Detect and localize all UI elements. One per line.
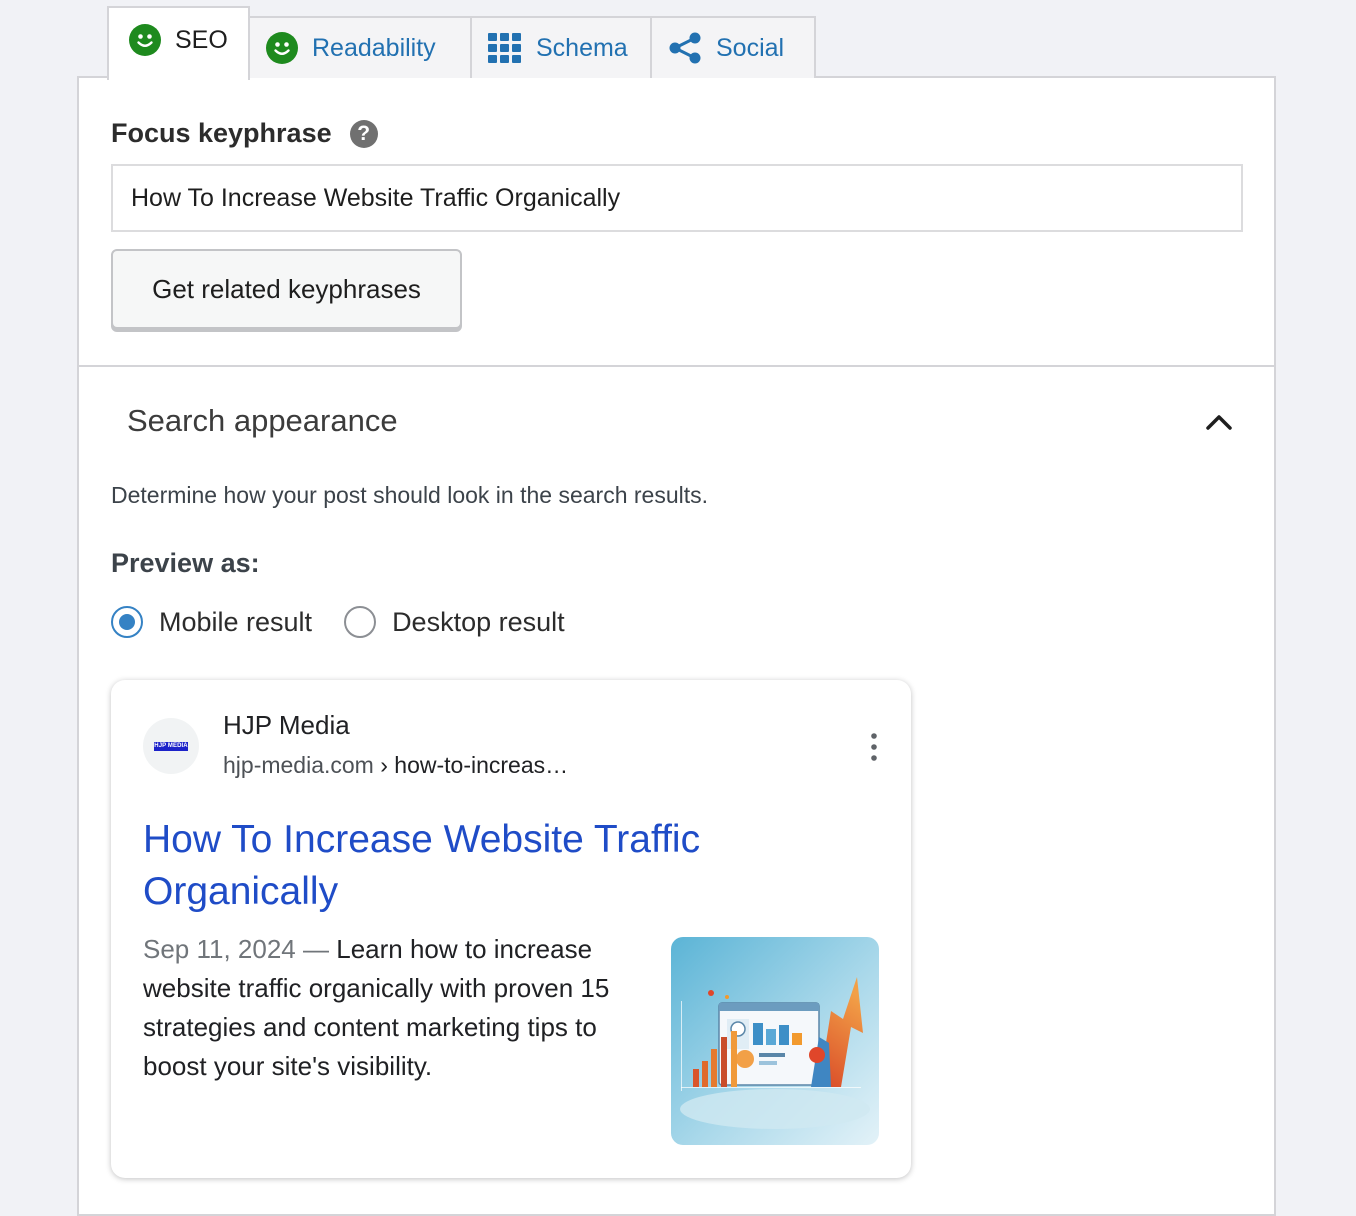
- tab-readability-label: Readability: [312, 33, 436, 62]
- desktop-result-label[interactable]: Desktop result: [392, 607, 565, 638]
- result-date-separator: —: [303, 934, 329, 964]
- result-thumbnail-image: [671, 937, 879, 1145]
- focus-keyphrase-input[interactable]: [111, 164, 1243, 232]
- site-path: › how-to-increas…: [380, 752, 569, 778]
- result-title-link[interactable]: How To Increase Website Traffic Organica…: [143, 814, 763, 918]
- site-favicon: HJP MEDIA: [143, 718, 199, 774]
- divider: [79, 365, 1274, 367]
- help-icon[interactable]: ?: [349, 119, 378, 148]
- focus-keyphrase-label-row: Focus keyphrase ?: [111, 118, 378, 149]
- tab-social[interactable]: Social: [652, 16, 816, 78]
- desktop-result-radio[interactable]: [344, 606, 377, 638]
- mobile-result-label[interactable]: Mobile result: [159, 607, 312, 638]
- mobile-result-radio[interactable]: [111, 606, 143, 638]
- favicon-logo: HJP MEDIA: [154, 741, 188, 751]
- smiley-good-icon: [129, 24, 161, 56]
- preview-mode-radio-group: Mobile result Desktop result: [111, 606, 565, 638]
- metabox-tabs: SEO Readability Schema Social: [107, 6, 816, 80]
- result-date: Sep 11, 2024: [143, 934, 296, 964]
- site-domain: hjp-media.com: [223, 752, 374, 778]
- get-related-keyphrases-button[interactable]: Get related keyphrases: [111, 249, 462, 329]
- preview-as-label: Preview as:: [111, 548, 260, 578]
- tab-social-label: Social: [716, 33, 785, 62]
- seo-panel: Focus keyphrase ? Get related keyphrases…: [77, 76, 1276, 1216]
- focus-keyphrase-label: Focus keyphrase: [111, 118, 332, 148]
- site-url: hjp-media.com › how-to-increas…: [223, 752, 568, 779]
- tab-schema[interactable]: Schema: [472, 16, 652, 78]
- tab-seo-label: SEO: [175, 25, 228, 54]
- search-appearance-title[interactable]: Search appearance: [127, 403, 398, 439]
- search-appearance-description: Determine how your post should look in t…: [111, 482, 709, 508]
- tab-readability[interactable]: Readability: [250, 16, 472, 78]
- chevron-up-icon[interactable]: [1205, 413, 1233, 431]
- google-mobile-preview-card: HJP MEDIA HJP Media hjp-media.com › how-…: [111, 680, 911, 1178]
- share-icon: [669, 32, 701, 64]
- tab-schema-label: Schema: [536, 33, 628, 62]
- kebab-menu-icon[interactable]: [869, 732, 879, 762]
- grid-icon: [488, 33, 521, 63]
- site-name: HJP Media: [223, 710, 350, 740]
- result-snippet: Sep 11, 2024 — Learn how to increase web…: [143, 930, 643, 1086]
- tab-seo[interactable]: SEO: [107, 6, 250, 80]
- smiley-good-icon: [266, 32, 298, 64]
